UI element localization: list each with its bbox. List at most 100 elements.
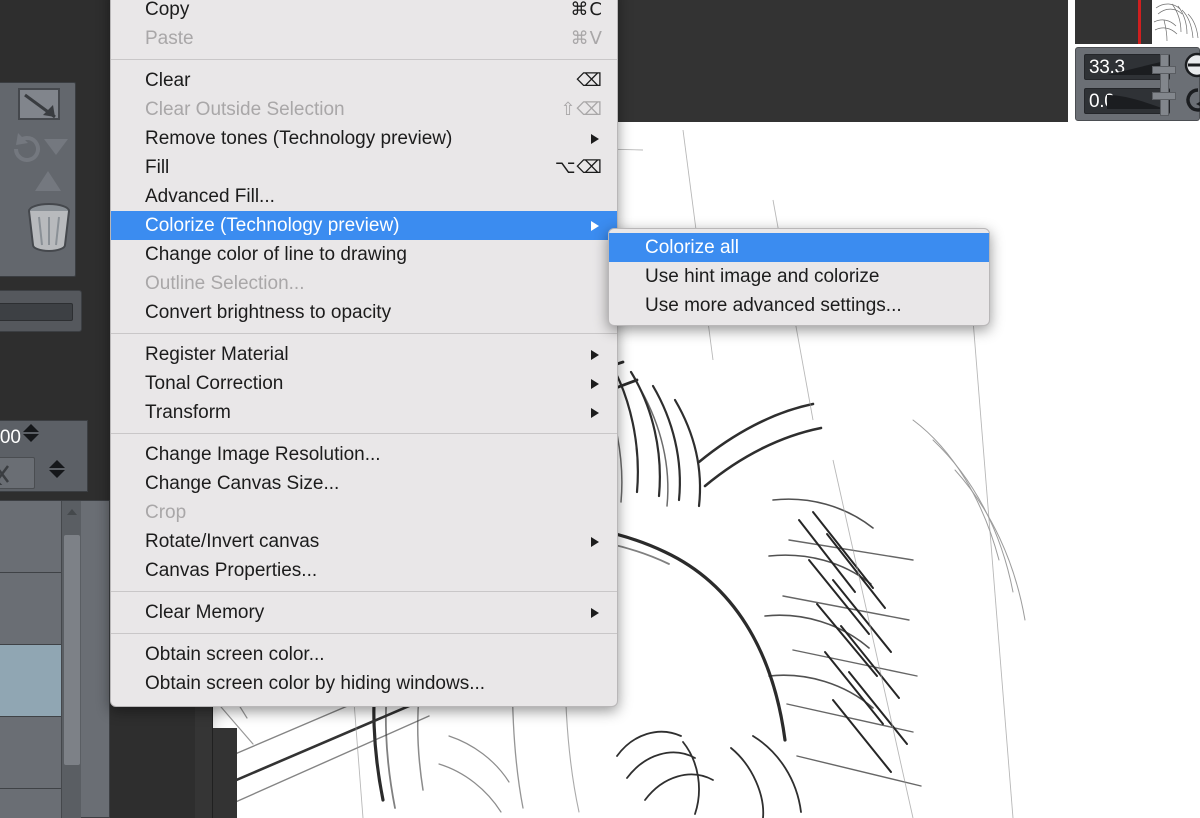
menu-item-label: Paste <box>145 28 194 49</box>
menu-item-obtain-screen-color-hiding-windows[interactable]: Obtain screen color by hiding windows... <box>111 669 617 698</box>
stepper-up-icon[interactable] <box>23 424 39 432</box>
menu-item-shortcut: ⇧⌫ <box>560 99 603 120</box>
folder-icon[interactable] <box>0 201 9 249</box>
menu-item-canvas-properties[interactable]: Canvas Properties... <box>111 556 617 585</box>
scrollbar-thumb[interactable] <box>64 535 80 765</box>
colorize-submenu[interactable]: Colorize all Use hint image and colorize… <box>608 228 990 326</box>
triangle-icon[interactable] <box>31 167 65 193</box>
menu-item-label: Clear Outside Selection <box>145 99 345 120</box>
tool-property-palette[interactable]: 33.3 0.0 <box>1075 47 1200 121</box>
submenu-item-label: Use more advanced settings... <box>645 295 902 316</box>
layer-row[interactable] <box>0 645 61 717</box>
layer-scrollbar[interactable] <box>61 501 81 818</box>
menu-separator <box>111 591 617 592</box>
submenu-item-label: Use hint image and colorize <box>645 266 880 287</box>
flip-vertical-icon[interactable] <box>41 133 71 163</box>
menu-section: Change Image Resolution... Change Canvas… <box>111 440 617 585</box>
stepper-down-icon[interactable] <box>23 434 39 442</box>
layer-row[interactable] <box>0 789 61 818</box>
menu-item-tonal-correction[interactable]: Tonal Correction <box>111 369 617 398</box>
menu-item-clear[interactable]: Clear ⌫ <box>111 66 617 95</box>
menu-item-outline-selection: Outline Selection... <box>111 269 617 298</box>
menu-item-label: Clear Memory <box>145 602 265 623</box>
menu-item-label: Tonal Correction <box>145 373 284 394</box>
layer-row[interactable] <box>0 717 61 789</box>
menu-item-crop: Crop <box>111 498 617 527</box>
layer-row[interactable] <box>0 501 61 573</box>
edit-menu[interactable]: Copy ⌘C Paste ⌘V Clear ⌫ Clear Outside S… <box>110 0 618 707</box>
ruler-right-dark <box>1141 0 1152 44</box>
menu-item-advanced-fill[interactable]: Advanced Fill... <box>111 182 617 211</box>
menu-item-shortcut: ⌘C <box>570 0 603 20</box>
navigator-thumbnail[interactable] <box>1152 0 1200 42</box>
value-slider-handle-2[interactable] <box>1152 92 1176 100</box>
menu-item-label: Rotate/Invert canvas <box>145 531 320 552</box>
menu-item-label: Fill <box>145 157 170 178</box>
menu-item-rotate-invert-canvas[interactable]: Rotate/Invert canvas <box>111 527 617 556</box>
menu-item-label: Transform <box>145 402 231 423</box>
menu-item-register-material[interactable]: Register Material <box>111 340 617 369</box>
menu-section: Obtain screen color... Obtain screen col… <box>111 640 617 706</box>
menu-item-change-canvas-size[interactable]: Change Canvas Size... <box>111 469 617 498</box>
layer-palette[interactable] <box>0 500 110 818</box>
menu-item-label: Register Material <box>145 344 289 365</box>
opacity-stepper[interactable] <box>23 423 40 449</box>
menu-item-colorize[interactable]: Colorize (Technology preview) <box>111 211 617 240</box>
blend-stepper-down-icon[interactable] <box>49 470 65 478</box>
layer-row[interactable] <box>0 573 61 645</box>
menu-item-label: Convert brightness to opacity <box>145 302 392 323</box>
layer-opacity-panel[interactable]: 100 <box>0 420 88 492</box>
submenu-item-colorize-all[interactable]: Colorize all <box>609 233 989 262</box>
submenu-item-use-hint-image-and-colorize[interactable]: Use hint image and colorize <box>609 262 989 291</box>
opacity-value[interactable]: 100 <box>0 425 21 451</box>
value-slider-handle-1[interactable] <box>1152 66 1176 74</box>
slider-track[interactable] <box>0 303 73 321</box>
menu-item-fill[interactable]: Fill ⌥⌫ <box>111 153 617 182</box>
menu-item-clear-outside-selection: Clear Outside Selection ⇧⌫ <box>111 95 617 124</box>
trash-icon[interactable] <box>23 199 75 253</box>
document-title-bar <box>618 0 1068 122</box>
submenu-item-label: Colorize all <box>645 237 739 258</box>
menu-separator <box>111 333 617 334</box>
submenu-arrow-icon <box>591 221 599 231</box>
menu-item-label: Change Image Resolution... <box>145 444 381 465</box>
sub-tool-detail-grid[interactable] <box>0 82 76 277</box>
menu-item-label: Change Canvas Size... <box>145 473 340 494</box>
blend-stepper-up-icon[interactable] <box>49 460 65 468</box>
menu-separator <box>111 59 617 60</box>
menu-item-convert-brightness-to-opacity[interactable]: Convert brightness to opacity <box>111 298 617 327</box>
submenu-arrow-icon <box>591 134 599 144</box>
value-slider-vertical[interactable] <box>1160 54 1169 116</box>
menu-item-change-image-resolution[interactable]: Change Image Resolution... <box>111 440 617 469</box>
rotate-right-icon[interactable] <box>9 131 45 167</box>
menu-item-remove-tones[interactable]: Remove tones (Technology preview) <box>111 124 617 153</box>
menu-item-label: Colorize (Technology preview) <box>145 215 400 236</box>
menu-item-transform[interactable]: Transform <box>111 398 617 427</box>
thumbnail-sketch <box>1152 0 1200 42</box>
move-resize-icon[interactable] <box>17 85 63 127</box>
blending-mode-button[interactable] <box>0 457 35 489</box>
menu-item-change-color-of-line[interactable]: Change color of line to drawing <box>111 240 617 269</box>
menu-item-shortcut: ⌫ <box>576 70 603 91</box>
menu-item-label: Obtain screen color... <box>145 644 325 665</box>
scroll-up-arrow-icon[interactable] <box>67 509 77 515</box>
menu-item-label: Remove tones (Technology preview) <box>145 128 453 149</box>
menu-item-label: Canvas Properties... <box>145 560 318 581</box>
tool-size-slider[interactable] <box>0 290 82 332</box>
menu-item-paste: Paste ⌘V <box>111 24 617 53</box>
submenu-item-use-more-advanced-settings[interactable]: Use more advanced settings... <box>609 291 989 320</box>
circle-target-icon[interactable] <box>1184 52 1200 78</box>
menu-item-clear-memory[interactable]: Clear Memory <box>111 598 617 627</box>
canvas-left-gutter <box>213 728 237 818</box>
menu-item-shortcut: ⌘V <box>570 28 603 49</box>
application-window: 100 <box>0 0 1200 818</box>
reset-arrow-icon[interactable] <box>1184 86 1200 114</box>
menu-item-label: Copy <box>145 0 190 20</box>
menu-section: Clear Memory <box>111 598 617 627</box>
menu-item-copy[interactable]: Copy ⌘C <box>111 0 617 24</box>
submenu-arrow-icon <box>591 379 599 389</box>
menu-item-obtain-screen-color[interactable]: Obtain screen color... <box>111 640 617 669</box>
menu-item-label: Clear <box>145 70 191 91</box>
menu-separator <box>111 633 617 634</box>
blend-stepper[interactable] <box>49 459 66 485</box>
